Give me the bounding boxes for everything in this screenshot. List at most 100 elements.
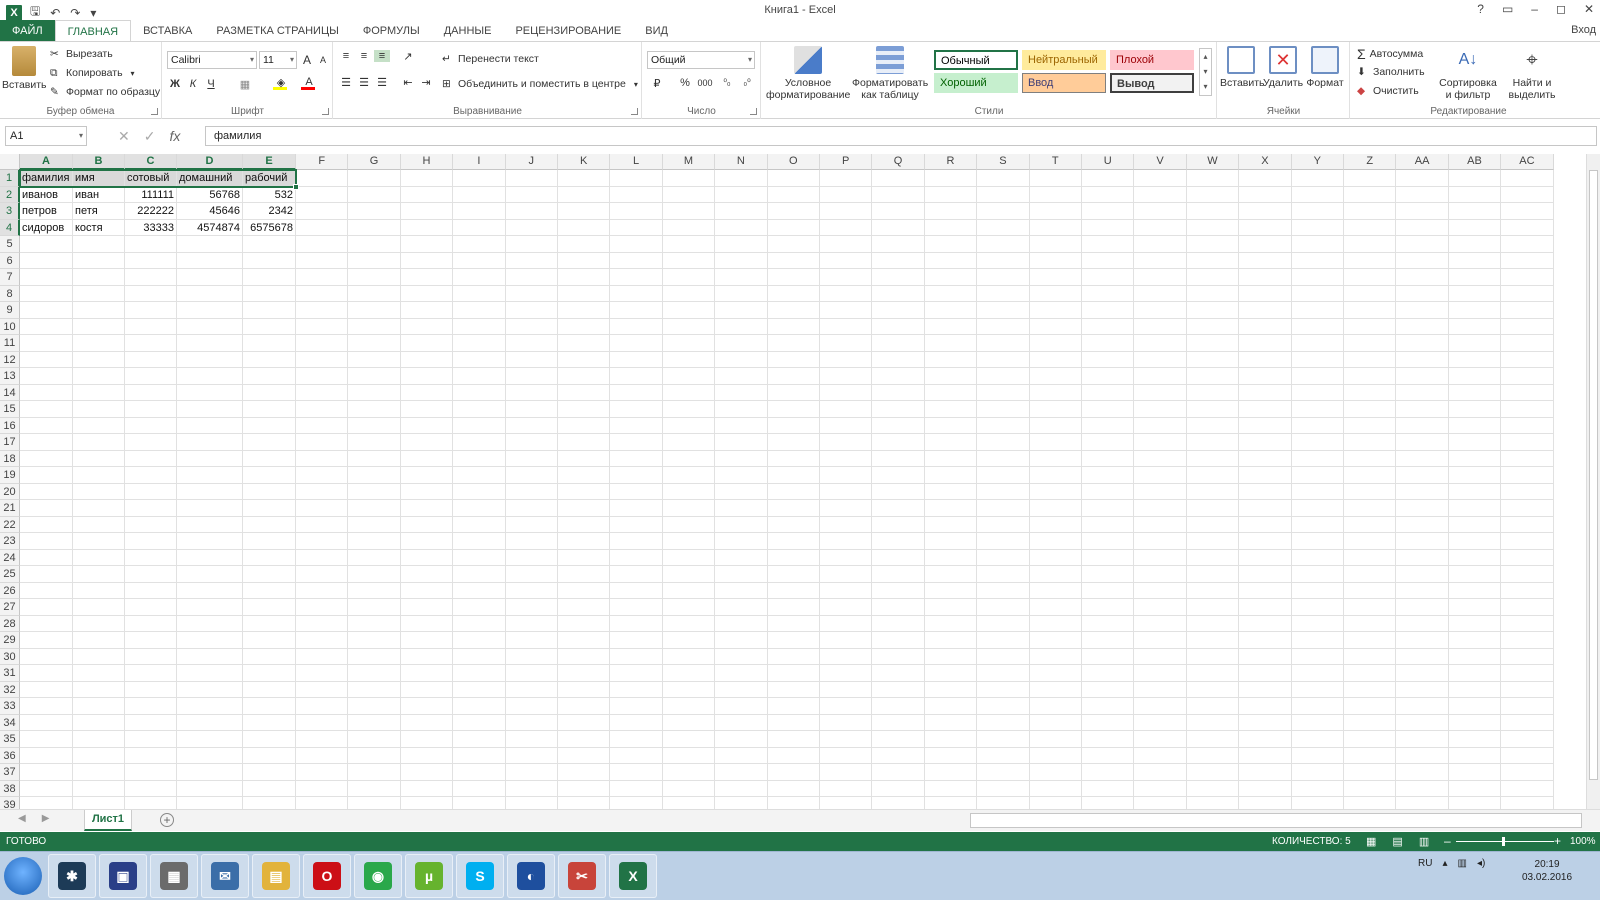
cell-B36[interactable] [73, 747, 125, 764]
select-all-corner[interactable] [0, 154, 20, 170]
help-button[interactable]: ? [1477, 2, 1484, 16]
cell-AA22[interactable] [1396, 516, 1449, 533]
cell-T30[interactable] [1029, 648, 1082, 665]
cell-N38[interactable] [715, 780, 768, 797]
cell-Z3[interactable] [1344, 203, 1397, 220]
tab-home[interactable]: ГЛАВНАЯ [54, 20, 132, 42]
cell-M16[interactable] [662, 417, 716, 434]
cell-D1[interactable]: домашний [177, 170, 243, 187]
row-header[interactable]: 6 [0, 252, 20, 269]
cell-R35[interactable] [924, 731, 978, 748]
cell-AA31[interactable] [1396, 665, 1449, 682]
cell-I19[interactable] [453, 467, 506, 484]
cell-AA21[interactable] [1396, 500, 1449, 517]
cell-D29[interactable] [177, 632, 243, 649]
cell-Y37[interactable] [1291, 764, 1344, 781]
cell-T14[interactable] [1029, 384, 1082, 401]
cell-A16[interactable] [20, 417, 73, 434]
cell-P13[interactable] [820, 368, 873, 385]
cell-P17[interactable] [820, 434, 873, 451]
cell-AA7[interactable] [1396, 269, 1449, 286]
cell-Y15[interactable] [1291, 401, 1344, 418]
align-center-icon[interactable]: ☰ [356, 76, 372, 89]
cell-P36[interactable] [820, 747, 873, 764]
column-header-L[interactable]: L [610, 154, 663, 170]
cell-Y38[interactable] [1291, 780, 1344, 797]
cell-Q26[interactable] [872, 582, 925, 599]
cell-S14[interactable] [977, 384, 1030, 401]
cell-N9[interactable] [715, 302, 768, 319]
cell-I5[interactable] [453, 236, 506, 253]
cell-E9[interactable] [243, 302, 296, 319]
cell-T31[interactable] [1029, 665, 1082, 682]
cell-A5[interactable] [20, 236, 73, 253]
cell-AC7[interactable] [1501, 269, 1554, 286]
cell-R30[interactable] [924, 648, 978, 665]
currency-icon[interactable]: ₽ [649, 77, 665, 90]
cell-U39[interactable] [1082, 797, 1135, 809]
row-header[interactable]: 15 [0, 401, 20, 418]
cell-I24[interactable] [453, 549, 506, 566]
cell-Z24[interactable] [1344, 549, 1397, 566]
cell-O20[interactable] [767, 483, 820, 500]
cell-O36[interactable] [767, 747, 820, 764]
taskbar-app-skype[interactable]: S [456, 854, 504, 898]
cell-K4[interactable] [558, 219, 611, 236]
cell-B34[interactable] [73, 714, 125, 731]
column-header-D[interactable]: D [177, 154, 243, 170]
cell-N37[interactable] [715, 764, 768, 781]
cell-K34[interactable] [558, 714, 611, 731]
cell-A23[interactable] [20, 533, 73, 550]
cell-V13[interactable] [1134, 368, 1187, 385]
cell-AC31[interactable] [1501, 665, 1554, 682]
clipboard-launcher-icon[interactable] [151, 108, 158, 115]
cell-AB9[interactable] [1448, 302, 1502, 319]
cell-W6[interactable] [1186, 252, 1240, 269]
cell-R10[interactable] [924, 318, 978, 335]
cell-V8[interactable] [1134, 285, 1187, 302]
cell-AA25[interactable] [1396, 566, 1449, 583]
cell-U26[interactable] [1082, 582, 1135, 599]
cell-X20[interactable] [1239, 483, 1292, 500]
cell-O17[interactable] [767, 434, 820, 451]
cell-R5[interactable] [924, 236, 978, 253]
cell-D19[interactable] [177, 467, 243, 484]
normal-view-icon[interactable]: ▦ [1366, 835, 1376, 848]
cell-J18[interactable] [505, 450, 558, 467]
cell-T9[interactable] [1029, 302, 1082, 319]
cell-W25[interactable] [1186, 566, 1240, 583]
cell-J9[interactable] [505, 302, 558, 319]
cell-AB15[interactable] [1448, 401, 1502, 418]
column-header-M[interactable]: M [662, 154, 716, 170]
cell-G4[interactable] [348, 219, 401, 236]
cell-Y25[interactable] [1291, 566, 1344, 583]
taskbar-app-utorrent[interactable]: µ [405, 854, 453, 898]
cell-B31[interactable] [73, 665, 125, 682]
column-header-C[interactable]: C [125, 154, 177, 170]
align-left-icon[interactable]: ☰ [338, 76, 354, 89]
cell-K39[interactable] [558, 797, 611, 809]
cell-M6[interactable] [662, 252, 716, 269]
cell-L29[interactable] [610, 632, 663, 649]
cell-M28[interactable] [662, 615, 716, 632]
cell-T21[interactable] [1029, 500, 1082, 517]
cell-H1[interactable] [400, 170, 454, 187]
cell-Y3[interactable] [1291, 203, 1344, 220]
cell-K27[interactable] [558, 599, 611, 616]
cell-M39[interactable] [663, 797, 716, 809]
cell-G15[interactable] [348, 401, 401, 418]
cell-Y21[interactable] [1291, 500, 1344, 517]
cell-U10[interactable] [1082, 318, 1135, 335]
cell-A8[interactable] [20, 285, 73, 302]
cell-Z16[interactable] [1344, 417, 1397, 434]
cell-E23[interactable] [243, 533, 296, 550]
cell-C29[interactable] [125, 632, 177, 649]
cell-A28[interactable] [20, 615, 73, 632]
cell-AC28[interactable] [1501, 615, 1554, 632]
cell-V22[interactable] [1134, 516, 1187, 533]
cell-O13[interactable] [767, 368, 820, 385]
cell-Q38[interactable] [872, 780, 925, 797]
cell-C25[interactable] [125, 566, 177, 583]
cell-A14[interactable] [20, 384, 73, 401]
cell-X22[interactable] [1239, 516, 1292, 533]
